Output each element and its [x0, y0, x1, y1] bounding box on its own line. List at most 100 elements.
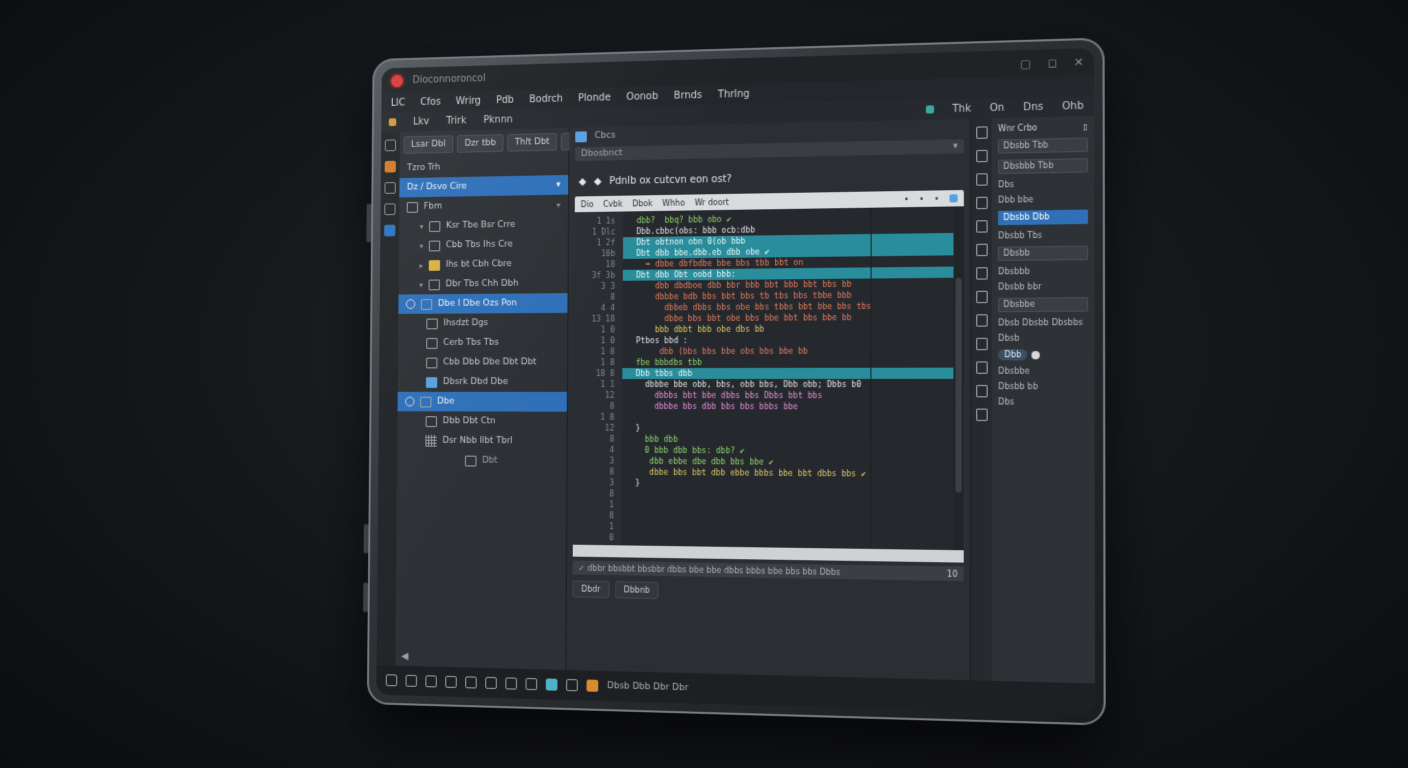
dot-icon[interactable]: •: [919, 194, 924, 203]
debug-icon[interactable]: [384, 203, 395, 215]
document-icon[interactable]: [976, 150, 987, 162]
clipboard-icon[interactable]: [976, 291, 987, 303]
tree-item[interactable]: Dbb Dbt Ctn: [397, 411, 566, 431]
folder-icon[interactable]: [389, 118, 397, 126]
editor-tab[interactable]: Whho: [662, 198, 685, 207]
chevron-down-icon[interactable]: ▾: [556, 180, 560, 190]
bulb-icon[interactable]: [976, 197, 987, 209]
pencil-icon[interactable]: [587, 680, 599, 692]
tree-item[interactable]: Ihsdzt Dgs: [398, 313, 567, 334]
toolbar-item[interactable]: Dns: [1023, 101, 1043, 113]
scrollbar-thumb[interactable]: [955, 278, 961, 493]
minimize-icon[interactable]: ▢: [1020, 57, 1031, 71]
search-icon[interactable]: [384, 182, 395, 194]
menu-item[interactable]: Oonob: [626, 91, 658, 103]
tree-item[interactable]: ▾ Dbr Tbs Chh Dbh: [399, 273, 568, 294]
menu-item[interactable]: LIC: [391, 97, 406, 108]
trash-icon[interactable]: [976, 244, 987, 256]
property-field[interactable]: Dbsbb Tbb: [998, 138, 1088, 154]
source-icon[interactable]: [385, 161, 396, 173]
property-field-selected[interactable]: Dbsbb Dbb: [998, 210, 1088, 226]
pen-icon[interactable]: [976, 173, 987, 185]
tree-item[interactable]: Dbsrk Dbd Dbe: [398, 372, 567, 392]
dot-icon[interactable]: •: [934, 194, 939, 203]
extensions-icon[interactable]: [384, 225, 395, 237]
property-field[interactable]: Dbsbb: [998, 246, 1088, 261]
back-icon[interactable]: ◆: [579, 176, 586, 187]
toolbar-item[interactable]: Thk: [952, 103, 971, 115]
sidebar-tab[interactable]: Dzr tbb: [457, 134, 504, 153]
action-button[interactable]: Dbdr: [572, 580, 609, 598]
code-line[interactable]: fbe bbbdbs tbb: [622, 356, 953, 368]
tree-item[interactable]: Cbb Dbb Dbe Dbt Dbt: [398, 352, 567, 372]
vertical-scrollbar[interactable]: [953, 206, 963, 550]
document-icon[interactable]: [425, 675, 436, 687]
code-line[interactable]: dbbbs bbt bbe dbbs bbs Dbbs bbt bbs: [622, 390, 953, 401]
flag-icon[interactable]: [976, 338, 987, 350]
code-line-highlighted[interactable]: Dbb tbbs dbb: [622, 368, 953, 379]
close-icon[interactable]: ✕: [1074, 55, 1084, 69]
clock-icon[interactable]: [566, 679, 578, 691]
tree-item[interactable]: ▾ Ksr Tbe Bsr Crre: [399, 214, 568, 236]
toolbar-item[interactable]: Trirk: [446, 115, 466, 126]
sidebar-tab[interactable]: Lsar Dbl: [403, 135, 453, 154]
toggle-row[interactable]: Dbb: [998, 349, 1088, 361]
toolbar-item[interactable]: Ohb: [1062, 100, 1084, 112]
menu-item[interactable]: Brnds: [674, 90, 702, 102]
dropdown-icon[interactable]: ▾: [953, 141, 958, 151]
code-line[interactable]: dbb (bbs bbs bbe obs bbs bbe bb: [622, 345, 953, 357]
app-icon[interactable]: [546, 678, 558, 690]
toggle-knob[interactable]: [1032, 351, 1040, 359]
code-line[interactable]: dbbbe bbe obb, bbs, obb bbs, Dbb obb; Db…: [622, 379, 953, 390]
record-icon[interactable]: [391, 74, 403, 87]
tree-item[interactable]: Dbt: [397, 450, 567, 471]
sync-icon[interactable]: [949, 194, 957, 202]
folder-icon[interactable]: [386, 674, 397, 686]
lock-icon[interactable]: [976, 409, 987, 421]
tree-item[interactable]: Dsr Nbb Ilbt Tbrl: [397, 431, 567, 452]
tree-item[interactable]: Cerb Tbs Tbs: [398, 333, 567, 353]
editor-tab[interactable]: Dio: [581, 200, 594, 209]
tree-item-selected[interactable]: Dbe I Dbe Ozs Pon: [398, 293, 567, 314]
menu-item[interactable]: Thrlng: [718, 88, 750, 100]
shield-icon[interactable]: [976, 385, 987, 397]
menu-item[interactable]: Wrirg: [456, 95, 481, 106]
toolbar-item[interactable]: Lkv: [413, 116, 429, 127]
check-icon[interactable]: [976, 126, 987, 138]
tree-item[interactable]: ▸ Ihs bt Cbh Cbre: [399, 254, 568, 275]
layers-icon[interactable]: [976, 267, 987, 279]
tree-item[interactable]: ▾ Cbb Tbs Ihs Cre: [399, 234, 568, 256]
bulb-icon[interactable]: [465, 676, 477, 688]
building-icon[interactable]: [485, 677, 497, 689]
menu-item[interactable]: Plonde: [578, 92, 611, 104]
tree-item-selected[interactable]: Dbe: [398, 392, 567, 412]
forward-icon[interactable]: ◆: [594, 176, 602, 187]
editor-tab[interactable]: Wr doort: [695, 197, 729, 207]
chart-icon[interactable]: [505, 677, 517, 689]
building-icon[interactable]: [976, 220, 987, 232]
sidebar-tab[interactable]: Thlt Dbt: [507, 133, 557, 152]
flask-icon[interactable]: [526, 678, 538, 690]
code-content[interactable]: dbb? bbq? bbb obo ✔ Dbb.cbbc(obs: bbb oc…: [621, 206, 953, 550]
chevron-down-icon[interactable]: ▾: [557, 200, 561, 209]
chevron-left-icon[interactable]: ◀: [401, 651, 408, 662]
toggle-pill[interactable]: Dbb: [998, 349, 1028, 360]
property-field[interactable]: Dbsbbe: [998, 297, 1088, 312]
menu-item[interactable]: Pdb: [496, 94, 514, 105]
editor-tab[interactable]: Dbok: [632, 199, 652, 208]
folder-icon[interactable]: [406, 675, 417, 687]
tools-icon[interactable]: [445, 676, 456, 688]
toolbar-item[interactable]: Pknnn: [483, 114, 512, 125]
sidebar-group[interactable]: Fbm ▾: [399, 195, 568, 217]
dot-icon[interactable]: •: [904, 194, 909, 203]
files-icon[interactable]: [385, 139, 396, 151]
trash-icon[interactable]: ▯: [1083, 122, 1088, 131]
property-field[interactable]: Dbsbbb Tbb: [998, 158, 1088, 174]
code-editor[interactable]: 1 1s 1 Dlc 1 2f 10b 18 3f 3b 3 384 4 13 18 1 01 …: [573, 206, 964, 550]
action-button[interactable]: Dbbnb: [615, 581, 659, 599]
editor-tab[interactable]: Cvbk: [603, 199, 622, 208]
menu-item[interactable]: Bodrch: [529, 93, 563, 105]
menu-item[interactable]: Cfos: [420, 96, 441, 107]
tag-icon[interactable]: [976, 361, 987, 373]
toolbar-item[interactable]: On: [990, 102, 1005, 114]
